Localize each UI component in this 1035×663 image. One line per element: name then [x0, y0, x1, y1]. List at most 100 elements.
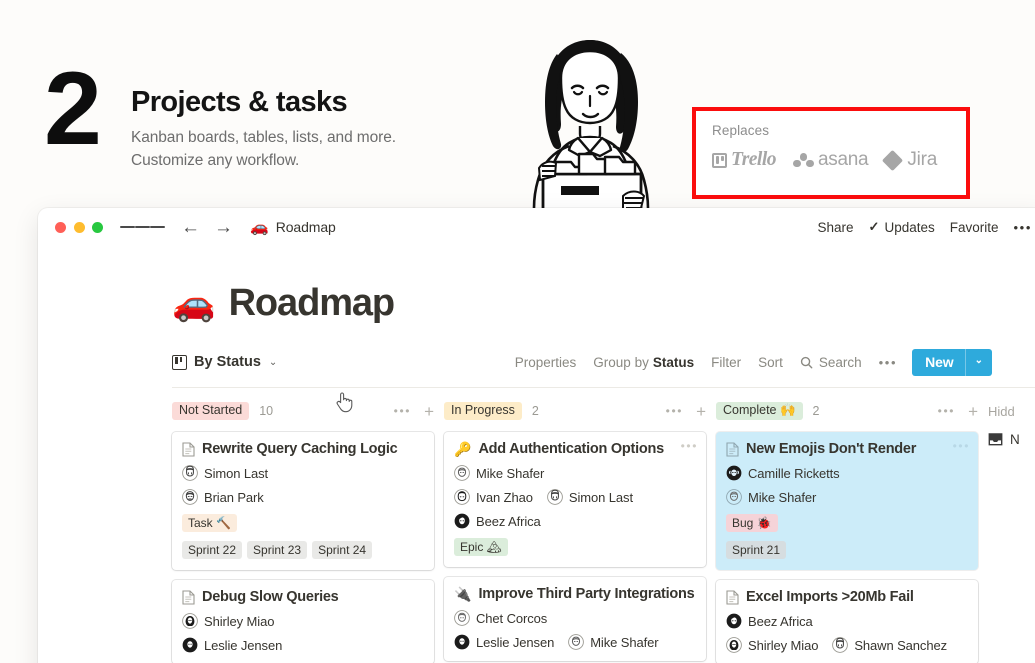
- card-people-row: Leslie Jensen: [182, 637, 424, 653]
- kanban-card[interactable]: 🔌 Improve Third Party Integrations Chet …: [444, 577, 706, 661]
- group-by-button[interactable]: Group by Status: [593, 355, 694, 370]
- person-chip[interactable]: Ivan Zhao: [454, 489, 533, 505]
- kanban-card[interactable]: ••• 🔑 Add Authentication Options Mike Sh…: [444, 432, 706, 567]
- updates-button[interactable]: ✓ Updates: [869, 219, 935, 235]
- status-badge[interactable]: Not Started: [172, 401, 250, 421]
- person-name: Chet Corcos: [476, 610, 548, 626]
- titlebar-more-button[interactable]: •••: [1014, 220, 1032, 235]
- person-chip[interactable]: Simon Last: [182, 465, 268, 481]
- person-chip[interactable]: Chet Corcos: [454, 610, 547, 626]
- person-chip[interactable]: Camille Ricketts: [726, 465, 840, 481]
- minimize-window-button[interactable]: [73, 221, 85, 233]
- person-chip[interactable]: Mike Shafer: [726, 489, 816, 505]
- tag[interactable]: Bug 🐞: [726, 514, 778, 532]
- document-icon: [182, 589, 195, 605]
- person-chip[interactable]: Simon Last: [547, 489, 633, 505]
- asana-icon: [793, 153, 814, 168]
- favorite-button[interactable]: Favorite: [950, 220, 999, 235]
- person-chip[interactable]: Leslie Jensen: [454, 634, 554, 650]
- person-chip[interactable]: Mike Shafer: [454, 465, 544, 481]
- tag[interactable]: Sprint 24: [312, 541, 373, 559]
- card-tags: Task 🔨: [182, 514, 424, 532]
- column-cards: ••• 🔑 Add Authentication Options Mike Sh…: [444, 432, 706, 661]
- breadcrumb-label: Roadmap: [275, 219, 336, 235]
- document-icon: [726, 441, 739, 457]
- tag[interactable]: Sprint 23: [247, 541, 308, 559]
- column-add-button[interactable]: +: [968, 403, 978, 420]
- arrow-right-icon[interactable]: →: [214, 218, 233, 237]
- card-title-row: New Emojis Don't Render: [726, 441, 968, 457]
- sort-button[interactable]: Sort: [758, 355, 783, 370]
- column-count: 2: [812, 404, 820, 418]
- column-more-button[interactable]: •••: [938, 404, 955, 418]
- toolbar-divider: [172, 387, 1035, 388]
- tag[interactable]: Task 🔨: [182, 514, 237, 532]
- avatar: [726, 465, 742, 481]
- person-chip[interactable]: Shawn Sanchez: [832, 637, 947, 653]
- column-header: Not Started 10 ••• +: [172, 400, 434, 422]
- column-more-button[interactable]: •••: [394, 404, 411, 418]
- card-people-row: Beez Africa: [454, 513, 696, 529]
- jira-logo: Jira: [882, 149, 937, 171]
- person-chip[interactable]: Beez Africa: [726, 613, 813, 629]
- card-sprint-tags: Sprint 22 Sprint 23 Sprint 24: [182, 541, 424, 559]
- hamburger-icon[interactable]: [120, 223, 165, 231]
- view-more-button[interactable]: •••: [879, 355, 897, 370]
- kanban-card[interactable]: ••• New Emojis Don't Render Camille Rick…: [716, 432, 978, 570]
- document-icon: [182, 441, 195, 457]
- person-name: Shirley Miao: [748, 637, 819, 653]
- tag[interactable]: Epic 🏔: [454, 538, 508, 556]
- kanban-card[interactable]: Excel Imports >20Mb Fail Beez Africa Shi…: [716, 580, 978, 663]
- breadcrumb[interactable]: 🚗 Roadmap: [250, 219, 336, 235]
- person-name: Ivan Zhao: [476, 489, 533, 505]
- hidden-column-item[interactable]: N: [988, 432, 1035, 447]
- column-count: 2: [531, 404, 539, 418]
- avatar: [454, 513, 470, 529]
- person-chip[interactable]: Leslie Jensen: [182, 637, 282, 653]
- column-add-button[interactable]: +: [696, 403, 706, 420]
- new-button-dropdown[interactable]: ⌄: [966, 349, 992, 376]
- person-chip[interactable]: Brian Park: [182, 489, 264, 505]
- kanban-card[interactable]: Debug Slow Queries Shirley Miao Leslie J…: [172, 580, 434, 663]
- group-by-value: Status: [652, 354, 695, 370]
- person-chip[interactable]: Shirley Miao: [182, 613, 274, 629]
- share-button[interactable]: Share: [818, 220, 854, 235]
- properties-button[interactable]: Properties: [515, 355, 577, 370]
- card-title: Improve Third Party Integrations: [478, 586, 695, 602]
- card-title-row: Rewrite Query Caching Logic: [182, 441, 424, 457]
- close-window-button[interactable]: [55, 221, 66, 233]
- tag[interactable]: Sprint 22: [182, 541, 243, 559]
- new-button[interactable]: New: [912, 349, 965, 376]
- avatar: [726, 613, 742, 629]
- status-badge[interactable]: Complete 🙌: [716, 401, 803, 421]
- kanban-card[interactable]: Rewrite Query Caching Logic Simon Last B…: [172, 432, 434, 570]
- person-chip[interactable]: Mike Shafer: [568, 634, 659, 650]
- page-content: 🚗 Roadmap By Status ⌄ Properties Group b…: [38, 282, 1035, 663]
- filter-button[interactable]: Filter: [711, 355, 741, 370]
- avatar: [568, 634, 585, 650]
- card-more-button[interactable]: •••: [953, 439, 970, 453]
- kanban-column-hidden: Hidd N: [988, 400, 1035, 448]
- hidden-column-label[interactable]: Hidd: [988, 404, 1015, 419]
- group-by-prefix: Group by: [593, 354, 649, 370]
- woman-with-file-box-illustration: [495, 26, 685, 208]
- maximize-window-button[interactable]: [92, 221, 103, 233]
- card-more-button[interactable]: •••: [681, 439, 698, 453]
- column-more-button[interactable]: •••: [666, 404, 683, 418]
- view-tab-by-status[interactable]: By Status ⌄: [172, 354, 277, 370]
- person-name: Beez Africa: [748, 613, 813, 629]
- avatar: [182, 613, 198, 629]
- column-add-button[interactable]: +: [424, 403, 434, 420]
- tag[interactable]: Sprint 21: [726, 541, 787, 559]
- search-icon: [800, 356, 813, 369]
- hero-subtitle-line1: Kanban boards, tables, lists, and more.: [131, 129, 396, 147]
- search-button[interactable]: Search: [800, 355, 862, 370]
- replaces-callout: Replaces Trello asana Jira: [692, 107, 970, 199]
- person-chip[interactable]: Shirley Miao: [726, 637, 818, 653]
- page-title-text[interactable]: Roadmap: [229, 282, 396, 325]
- avatar: [726, 637, 742, 653]
- arrow-left-icon[interactable]: ←: [181, 218, 200, 237]
- status-badge[interactable]: In Progress: [444, 401, 522, 421]
- person-chip[interactable]: Beez Africa: [454, 513, 541, 529]
- person-name: Shawn Sanchez: [854, 637, 947, 653]
